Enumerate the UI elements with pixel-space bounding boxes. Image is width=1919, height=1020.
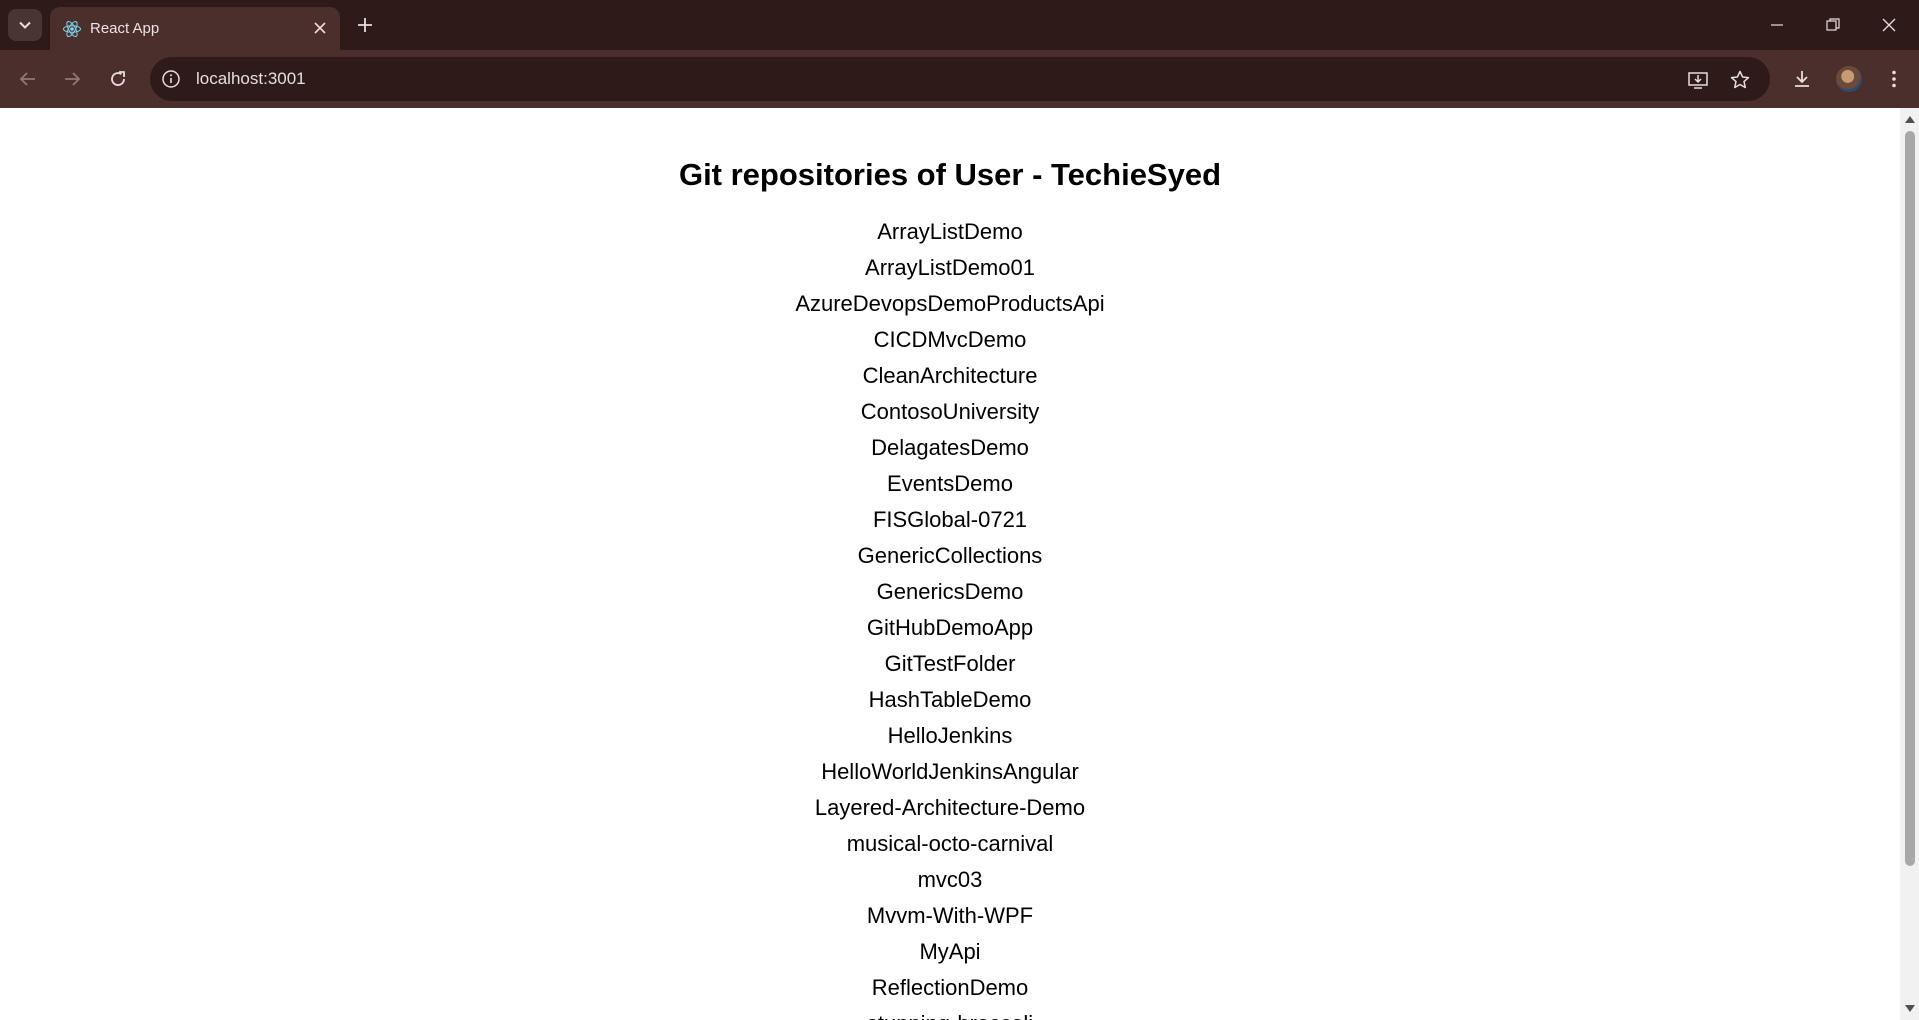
list-item: FISGlobal-0721 [872,507,1028,532]
kebab-menu-icon[interactable] [1880,65,1908,93]
react-logo-icon [63,20,81,38]
list-item: mvc03 [917,867,983,892]
arrow-left-icon[interactable] [14,65,42,93]
star-icon[interactable] [1728,68,1752,92]
scroll-down-icon[interactable] [1904,1004,1916,1014]
scrollbar-thumb[interactable] [1905,131,1915,866]
list-item: ArrayListDemo [877,219,1023,244]
list-item: ReflectionDemo [871,975,1029,1000]
list-item: CleanArchitecture [862,363,1038,388]
list-item: GenericsDemo [876,579,1024,604]
list-item: DelagatesDemo [871,435,1029,460]
reload-icon[interactable] [104,65,132,93]
close-icon[interactable] [310,18,330,38]
list-item: AzureDevopsDemoProductsApi [795,291,1105,316]
minimize-icon[interactable] [1764,12,1790,38]
install-app-icon[interactable] [1686,68,1710,92]
page-title: Git repositories of User - TechieSyed [678,157,1222,192]
list-item: ArrayListDemo01 [865,255,1035,280]
tab-title: React App [90,20,160,37]
list-item: Layered-Architecture-Demo [814,795,1086,820]
list-item: HashTableDemo [868,687,1032,712]
tab-strip: React App [0,0,1919,50]
download-icon[interactable] [1788,65,1816,93]
list-item: GitHubDemoApp [866,615,1034,640]
list-item: HelloJenkins [887,723,1013,748]
scroll-up-icon[interactable] [1904,114,1916,124]
url-text[interactable]: localhost:3001 [196,69,306,89]
list-item: EventsDemo [887,471,1013,496]
list-item: ContosoUniversity [860,399,1040,424]
tab-react-app[interactable]: React App [50,7,340,50]
chevron-down-icon [19,21,31,29]
avatar[interactable] [1836,66,1862,92]
restore-icon[interactable] [1820,12,1846,38]
list-item: MyApi [919,939,981,964]
list-item: GenericCollections [857,543,1043,568]
info-icon[interactable] [160,68,182,90]
close-window-icon[interactable] [1876,12,1902,38]
page-content: Git repositories of User - TechieSyed Ar… [0,108,1900,1020]
plus-icon[interactable] [354,14,376,36]
list-item: Mvvm-With-WPF [866,903,1034,928]
arrow-right-icon[interactable] [58,65,86,93]
scrollbar[interactable] [1900,108,1919,1020]
tab-search-button[interactable] [8,9,42,41]
list-item: stunning-broccoli [0,1006,1900,1020]
address-bar[interactable]: localhost:3001 [150,57,1770,101]
list-item: GitTestFolder [884,651,1016,676]
list-item: CICDMvcDemo [873,327,1027,352]
list-item: musical-octo-carnival [846,831,1054,856]
browser-toolbar: localhost:3001 [0,50,1919,108]
list-item: HelloWorldJenkinsAngular [821,759,1079,784]
repository-list: ArrayListDemo ArrayListDemo01 AzureDevopsD… [0,214,1900,1020]
